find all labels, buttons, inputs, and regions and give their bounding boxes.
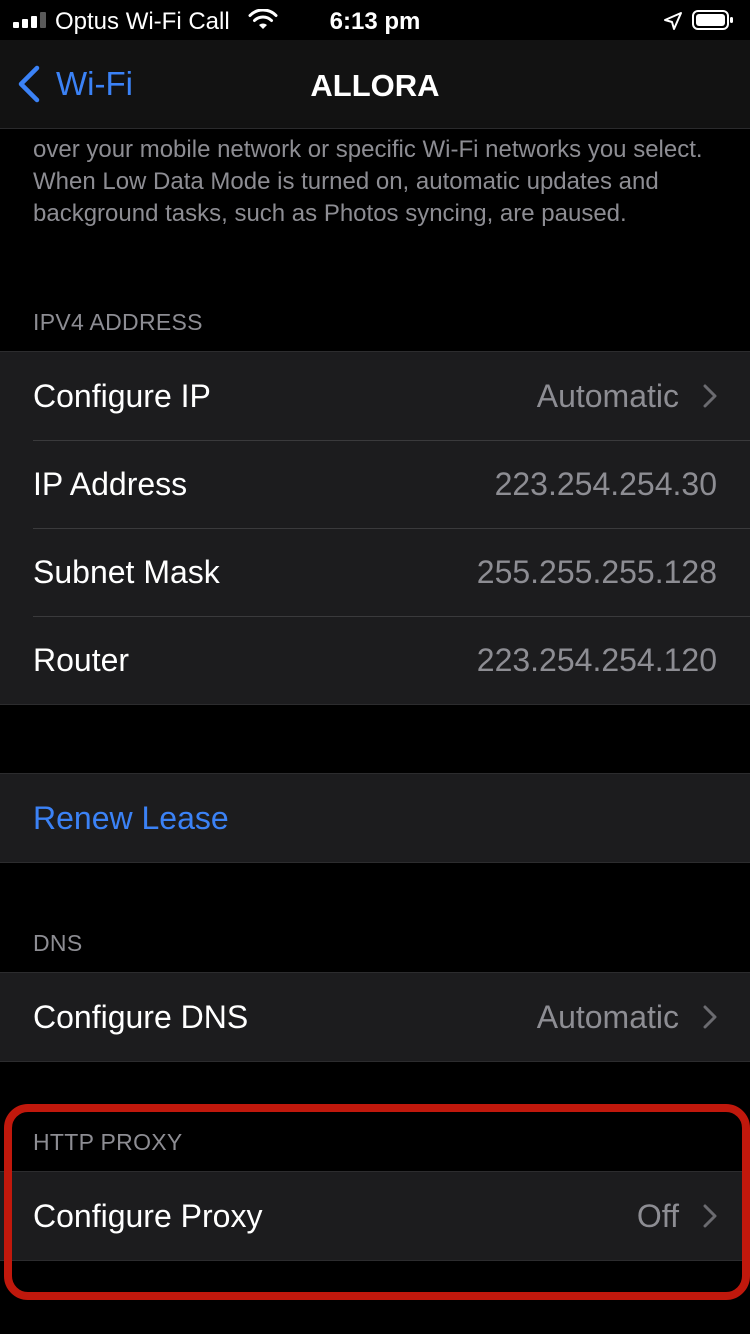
low-data-mode-footnote: over your mobile network or specific Wi-… — [33, 136, 703, 227]
chevron-right-icon — [703, 1005, 717, 1029]
clock: 6:13 pm — [329, 8, 421, 35]
row-label: Configure IP — [33, 377, 211, 414]
dns-group: Configure DNS Automatic — [0, 972, 750, 1062]
renew-lease-group: Renew Lease — [0, 773, 750, 863]
row-value: Automatic — [536, 998, 679, 1035]
section-header-ipv4: IPV4 ADDRESS — [33, 309, 203, 335]
renew-lease-button[interactable]: Renew Lease — [0, 774, 750, 862]
subnet-mask-row: Subnet Mask 255.255.255.128 — [0, 528, 750, 616]
ipv4-group: Configure IP Automatic IP Address 223.25… — [0, 351, 750, 705]
row-label: IP Address — [33, 465, 188, 502]
status-bar: Optus Wi-Fi Call 6:13 pm — [0, 0, 750, 40]
navigation-bar: Wi-Fi ALLORA — [0, 40, 750, 129]
chevron-right-icon — [703, 384, 717, 408]
highlight-annotation — [4, 1104, 750, 1300]
battery-icon — [692, 10, 733, 30]
row-value: 223.254.254.120 — [476, 641, 717, 678]
row-value: 255.255.255.128 — [476, 553, 717, 590]
router-row: Router 223.254.254.120 — [0, 616, 750, 704]
page-title: ALLORA — [310, 68, 440, 103]
row-label: Subnet Mask — [33, 553, 220, 590]
row-value: 223.254.254.30 — [494, 465, 717, 502]
configure-ip-row[interactable]: Configure IP Automatic — [0, 352, 750, 440]
location-icon — [664, 12, 682, 30]
row-label: Configure DNS — [33, 998, 249, 1035]
ip-address-row: IP Address 223.254.254.30 — [0, 440, 750, 528]
configure-dns-row[interactable]: Configure DNS Automatic — [0, 973, 750, 1061]
renew-lease-label: Renew Lease — [33, 799, 229, 836]
section-header-dns: DNS — [33, 930, 83, 956]
row-label: Router — [33, 641, 130, 678]
row-value: Automatic — [536, 377, 679, 414]
